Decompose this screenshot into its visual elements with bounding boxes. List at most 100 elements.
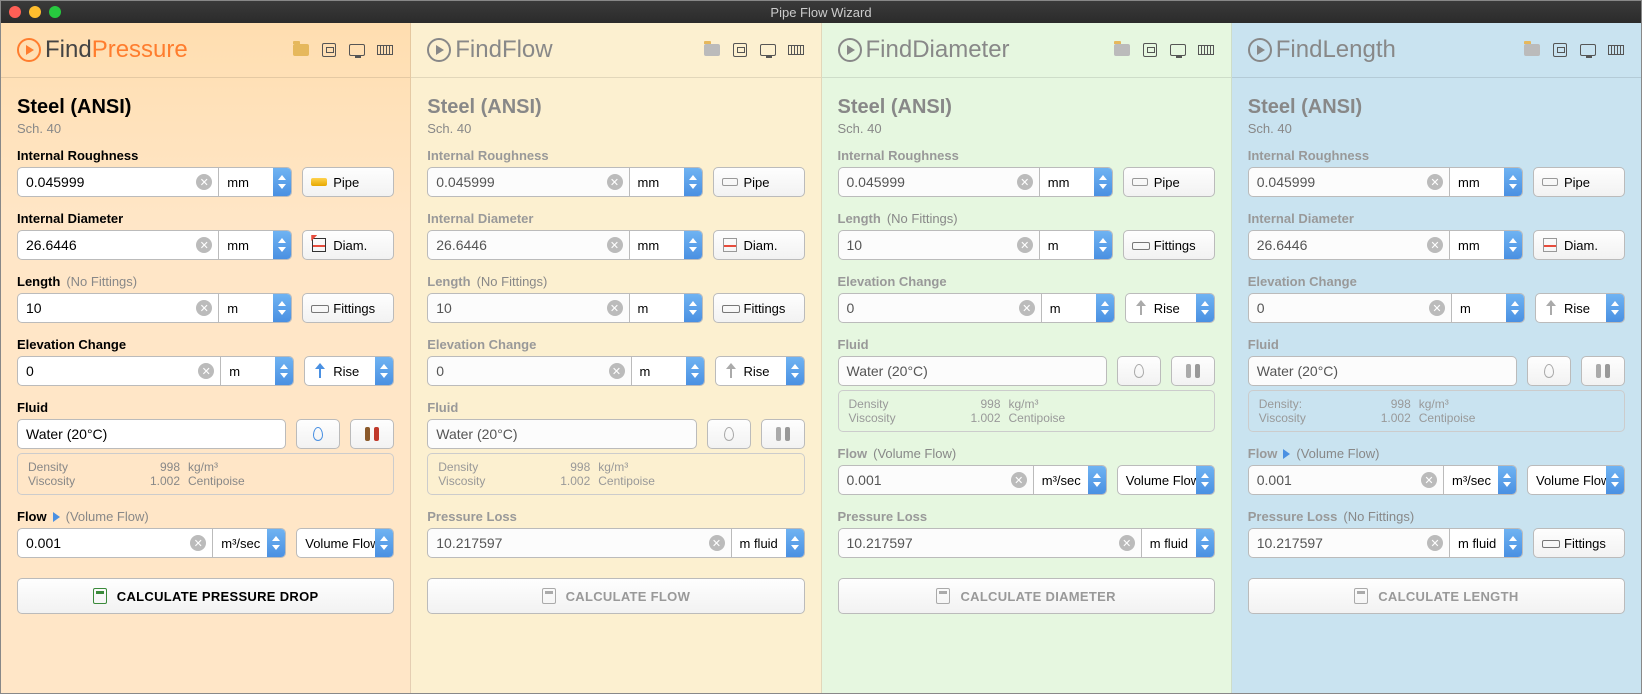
roughness-unit-select[interactable]: mm [218,167,292,197]
flow-type-select[interactable]: Volume Flow [1527,465,1625,495]
fluid-cylinder-button[interactable] [1171,356,1215,386]
length-input[interactable] [17,293,218,323]
pressure-loss-unit-select[interactable]: m fluid [1141,528,1215,558]
elevation-unit-select[interactable]: m [1041,293,1115,323]
pressure-loss-unit-select[interactable]: m fluid [731,528,805,558]
screen-icon[interactable] [348,42,366,58]
clear-icon[interactable]: ✕ [196,174,212,190]
clear-icon[interactable]: ✕ [196,300,212,316]
fluid-drop-button[interactable] [296,419,340,449]
clear-icon[interactable]: ✕ [1011,472,1027,488]
roughness-input[interactable] [1248,167,1449,197]
save-icon[interactable] [320,42,338,58]
length-input[interactable] [427,293,628,323]
elevation-unit-select[interactable]: m [1451,293,1525,323]
length-input[interactable] [838,230,1039,260]
pipe-button[interactable]: Pipe [713,167,805,197]
clear-icon[interactable]: ✕ [609,363,625,379]
clear-icon[interactable]: ✕ [1019,300,1035,316]
fluid-drop-button[interactable] [1117,356,1161,386]
units-icon[interactable] [787,42,805,58]
flow-unit-select[interactable]: m³/sec [1443,465,1517,495]
clear-icon[interactable]: ✕ [1017,174,1033,190]
pressure-loss-input[interactable] [838,528,1141,558]
clear-icon[interactable]: ✕ [1427,174,1443,190]
units-icon[interactable] [1607,42,1625,58]
flow-unit-select[interactable]: m³/sec [1033,465,1107,495]
flow-input[interactable] [838,465,1033,495]
clear-icon[interactable]: ✕ [1427,535,1443,551]
calculate-button[interactable]: CALCULATE DIAMETER [838,578,1215,614]
elevation-unit-select[interactable]: m [631,356,705,386]
diameter-input[interactable] [17,230,218,260]
calculate-button[interactable]: CALCULATE LENGTH [1248,578,1625,614]
fluid-cylinder-button[interactable] [350,419,394,449]
screen-icon[interactable] [759,42,777,58]
rise-select[interactable]: Rise [1535,293,1625,323]
fluid-cylinder-button[interactable] [761,419,805,449]
clear-icon[interactable]: ✕ [709,535,725,551]
pipe-button[interactable]: Pipe [1533,167,1625,197]
clear-icon[interactable]: ✕ [1017,237,1033,253]
pipe-button[interactable]: Pipe [302,167,394,197]
roughness-input[interactable] [427,167,628,197]
save-icon[interactable] [1551,42,1569,58]
clear-icon[interactable]: ✕ [1119,535,1135,551]
rise-select[interactable]: Rise [304,356,394,386]
roughness-unit-select[interactable]: mm [629,167,703,197]
elevation-input[interactable] [838,293,1041,323]
fluid-drop-button[interactable] [707,419,751,449]
rise-select[interactable]: Rise [1125,293,1215,323]
elevation-input[interactable] [1248,293,1451,323]
fittings-button[interactable]: Fittings [713,293,805,323]
units-icon[interactable] [1197,42,1215,58]
diameter-input[interactable] [1248,230,1449,260]
screen-icon[interactable] [1169,42,1187,58]
clear-icon[interactable]: ✕ [1429,300,1445,316]
clear-icon[interactable]: ✕ [196,237,212,253]
length-unit-select[interactable]: m [218,293,292,323]
fluid-display[interactable]: Water (20°C) [1248,356,1517,386]
flow-input[interactable] [1248,465,1443,495]
elevation-input[interactable] [427,356,630,386]
screen-icon[interactable] [1579,42,1597,58]
fittings-button[interactable]: Fittings [1533,528,1625,558]
clear-icon[interactable]: ✕ [190,535,206,551]
pressure-loss-unit-select[interactable]: m fluid [1449,528,1523,558]
clear-icon[interactable]: ✕ [607,300,623,316]
diameter-unit-select[interactable]: mm [218,230,292,260]
fluid-display[interactable]: Water (20°C) [838,356,1107,386]
flow-input[interactable] [17,528,212,558]
units-icon[interactable] [376,42,394,58]
save-icon[interactable] [731,42,749,58]
diameter-button[interactable]: Diam. [1533,230,1625,260]
diameter-input[interactable] [427,230,628,260]
fluid-display[interactable]: Water (20°C) [17,419,286,449]
fluid-drop-button[interactable] [1527,356,1571,386]
open-icon[interactable] [1113,42,1131,58]
rise-select[interactable]: Rise [715,356,805,386]
roughness-input[interactable] [838,167,1039,197]
clear-icon[interactable]: ✕ [1421,472,1437,488]
open-icon[interactable] [703,42,721,58]
pressure-loss-input[interactable] [1248,528,1449,558]
elevation-input[interactable] [17,356,220,386]
save-icon[interactable] [1141,42,1159,58]
pressure-loss-input[interactable] [427,528,730,558]
calculate-button[interactable]: CALCULATE PRESSURE DROP [17,578,394,614]
length-unit-select[interactable]: m [629,293,703,323]
pipe-button[interactable]: Pipe [1123,167,1215,197]
clear-icon[interactable]: ✕ [607,237,623,253]
fittings-button[interactable]: Fittings [1123,230,1215,260]
diameter-unit-select[interactable]: mm [1449,230,1523,260]
diameter-button[interactable]: Diam. [302,230,394,260]
fittings-button[interactable]: Fittings [302,293,394,323]
length-unit-select[interactable]: m [1039,230,1113,260]
diameter-unit-select[interactable]: mm [629,230,703,260]
fluid-cylinder-button[interactable] [1581,356,1625,386]
diameter-button[interactable]: Diam. [713,230,805,260]
open-icon[interactable] [1523,42,1541,58]
roughness-unit-select[interactable]: mm [1449,167,1523,197]
flow-type-select[interactable]: Volume Flow [1117,465,1215,495]
open-icon[interactable] [292,42,310,58]
